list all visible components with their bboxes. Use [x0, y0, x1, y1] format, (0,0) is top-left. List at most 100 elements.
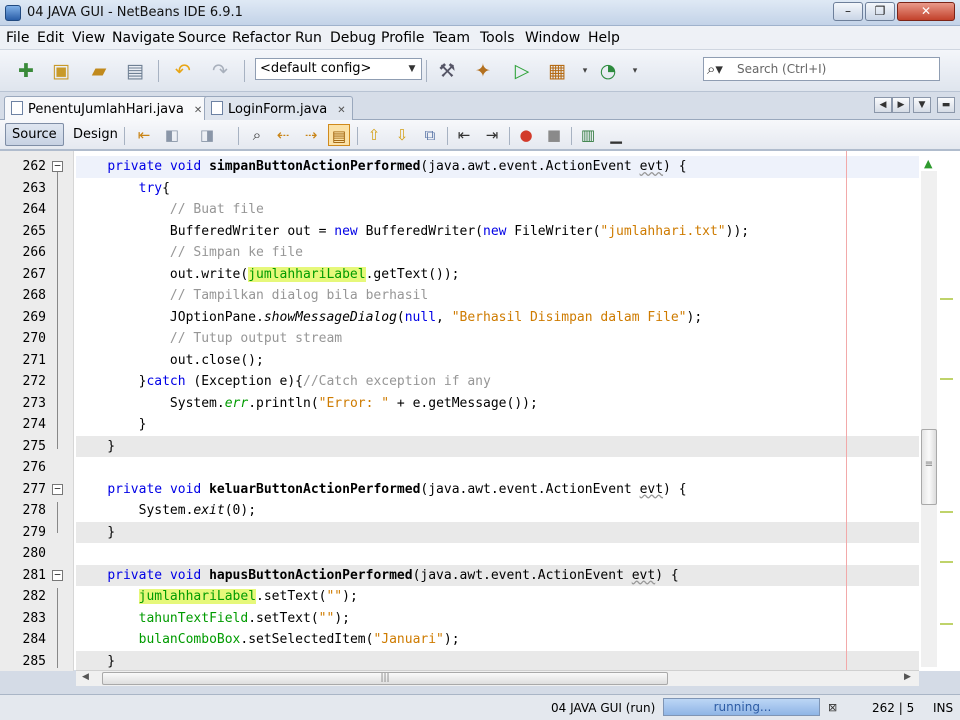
- menu-help[interactable]: Help: [588, 30, 620, 46]
- source-view-button[interactable]: Source: [5, 123, 64, 146]
- menu-run[interactable]: Run: [295, 30, 322, 46]
- comment-icon[interactable]: ▥: [577, 124, 599, 146]
- menu-refactor[interactable]: Refactor: [232, 30, 291, 46]
- shift-left-icon[interactable]: ⇤: [453, 124, 475, 146]
- code-line[interactable]: [76, 543, 919, 565]
- code-line[interactable]: BufferedWriter out = new BufferedWriter(…: [76, 221, 919, 243]
- toggle-highlight-search-icon[interactable]: ▤: [328, 124, 350, 146]
- scroll-tabs-right-icon[interactable]: ▶: [892, 97, 910, 113]
- start-macro-recording-icon[interactable]: ●: [515, 124, 537, 146]
- code-line[interactable]: bulanComboBox.setSelectedItem("Januari")…: [76, 629, 919, 651]
- code-line[interactable]: private void simpanButtonActionPerformed…: [76, 156, 919, 178]
- code-line[interactable]: [76, 457, 919, 479]
- new-project-icon[interactable]: ▣: [48, 58, 74, 84]
- code-line[interactable]: JOptionPane.showMessageDialog(null, "Ber…: [76, 307, 919, 329]
- scroll-right-icon[interactable]: ▶: [904, 672, 911, 682]
- menu-profile[interactable]: Profile: [381, 30, 425, 46]
- design-view-button[interactable]: Design: [66, 123, 125, 146]
- code-line[interactable]: }catch (Exception e){//Catch exception i…: [76, 371, 919, 393]
- chevron-down-icon[interactable]: ▾: [622, 58, 648, 84]
- code-line[interactable]: out.close();: [76, 350, 919, 372]
- menu-edit[interactable]: Edit: [37, 30, 64, 46]
- menu-debug[interactable]: Debug: [330, 30, 376, 46]
- menu-team[interactable]: Team: [433, 30, 470, 46]
- horizontal-scrollbar[interactable]: ◀ ||| ▶: [76, 670, 919, 686]
- occurrence-mark[interactable]: [940, 561, 953, 563]
- fold-toggle-icon[interactable]: −: [52, 569, 63, 581]
- find-previous-icon[interactable]: ⇠: [272, 124, 294, 146]
- code-line[interactable]: }: [76, 435, 919, 457]
- menu-file[interactable]: File: [6, 30, 29, 46]
- menu-view[interactable]: View: [72, 30, 105, 46]
- uncomment-icon[interactable]: ▁: [605, 124, 627, 146]
- find-next-icon[interactable]: ⇢: [300, 124, 322, 146]
- fold-toggle-icon[interactable]: −: [52, 160, 63, 172]
- occurrence-mark[interactable]: [940, 511, 953, 513]
- code-line[interactable]: System.err.println("Error: " + e.getMess…: [76, 393, 919, 415]
- code-line[interactable]: }: [76, 414, 919, 436]
- back-icon[interactable]: ◧: [161, 124, 183, 146]
- code-line[interactable]: out.write(jumlahhariLabel.getText());: [76, 264, 919, 286]
- menu-tools[interactable]: Tools: [480, 30, 515, 46]
- open-project-icon[interactable]: ▰: [86, 58, 112, 84]
- clean-build-icon[interactable]: ✦: [470, 58, 496, 84]
- close-button[interactable]: ✕: [897, 2, 955, 21]
- toggle-bookmark-icon[interactable]: ⧉: [419, 124, 441, 146]
- build-hammer-icon[interactable]: ⚒: [434, 58, 460, 84]
- last-edit-icon[interactable]: ⇤: [133, 124, 155, 146]
- profile-icon[interactable]: ◔: [595, 58, 621, 84]
- code-line[interactable]: tahunTextField.setText("");: [76, 608, 919, 630]
- forward-icon[interactable]: ◨: [196, 124, 218, 146]
- show-opened-documents-icon[interactable]: ▼: [913, 97, 931, 113]
- code-line[interactable]: System.exit(0);: [76, 500, 919, 522]
- close-tab-icon[interactable]: ✕: [337, 105, 345, 116]
- vertical-scrollbar[interactable]: ≡: [921, 171, 937, 667]
- configuration-select[interactable]: <default config> ▼: [255, 58, 422, 80]
- code-line[interactable]: // Tutup output stream: [76, 328, 919, 350]
- previous-bookmark-icon[interactable]: ⇧: [363, 124, 385, 146]
- scroll-tabs-left-icon[interactable]: ◀: [874, 97, 892, 113]
- new-file-icon[interactable]: ✚: [13, 58, 39, 84]
- fold-toggle-icon[interactable]: −: [52, 483, 63, 495]
- find-selection-icon[interactable]: ⌕: [246, 124, 268, 146]
- code-line[interactable]: // Tampilkan dialog bila berhasil: [76, 285, 919, 307]
- code-line[interactable]: private void keluarButtonActionPerformed…: [76, 479, 919, 501]
- redo-icon[interactable]: ↷: [207, 58, 233, 84]
- minimize-button[interactable]: –: [833, 2, 863, 21]
- code-line[interactable]: // Simpan ke file: [76, 242, 919, 264]
- run-icon[interactable]: ▷: [509, 58, 535, 84]
- maximize-button[interactable]: ❐: [865, 2, 895, 21]
- stop-macro-recording-icon[interactable]: ■: [543, 124, 565, 146]
- tab-loginform[interactable]: LoginForm.java ✕: [204, 96, 353, 120]
- tab-penentujumlahhari[interactable]: PenentuJumlahHari.java ✕: [4, 96, 210, 120]
- menu-source[interactable]: Source: [178, 30, 226, 46]
- code-area[interactable]: private void simpanButtonActionPerformed…: [76, 151, 919, 671]
- chevron-down-icon[interactable]: ▼: [405, 61, 419, 77]
- code-line[interactable]: try{: [76, 178, 919, 200]
- occurrence-mark[interactable]: [940, 378, 953, 380]
- shift-right-icon[interactable]: ⇥: [481, 124, 503, 146]
- code-line[interactable]: private void hapusButtonActionPerformed(…: [76, 564, 919, 586]
- code-line[interactable]: }: [76, 521, 919, 543]
- menu-navigate[interactable]: Navigate: [112, 30, 175, 46]
- occurrence-mark[interactable]: [940, 298, 953, 300]
- code-line[interactable]: }: [76, 650, 919, 671]
- save-all-icon[interactable]: ▤: [122, 58, 148, 84]
- vertical-scroll-thumb[interactable]: ≡: [921, 429, 937, 505]
- search-input[interactable]: Search (Ctrl+I): [737, 62, 826, 76]
- code-editor[interactable]: 262−263 264 265 266 267 268 269 270 271 272 273 274…: [0, 150, 960, 671]
- close-tab-icon[interactable]: ✕: [194, 105, 202, 116]
- scroll-left-icon[interactable]: ◀: [82, 672, 89, 682]
- search-box[interactable]: ⌕▾ Search (Ctrl+I): [703, 57, 940, 81]
- next-bookmark-icon[interactable]: ⇩: [391, 124, 413, 146]
- maximize-editor-icon[interactable]: ▬: [937, 97, 955, 113]
- cancel-task-icon[interactable]: ⊠: [828, 701, 837, 714]
- undo-icon[interactable]: ↶: [170, 58, 196, 84]
- horizontal-scroll-thumb[interactable]: |||: [102, 672, 668, 685]
- menu-window[interactable]: Window: [525, 30, 580, 46]
- debug-icon[interactable]: ▦: [544, 58, 570, 84]
- code-line[interactable]: // Buat file: [76, 199, 919, 221]
- line-number: 267: [22, 266, 46, 282]
- code-line[interactable]: jumlahhariLabel.setText("");: [76, 586, 919, 608]
- occurrence-mark[interactable]: [940, 623, 953, 625]
